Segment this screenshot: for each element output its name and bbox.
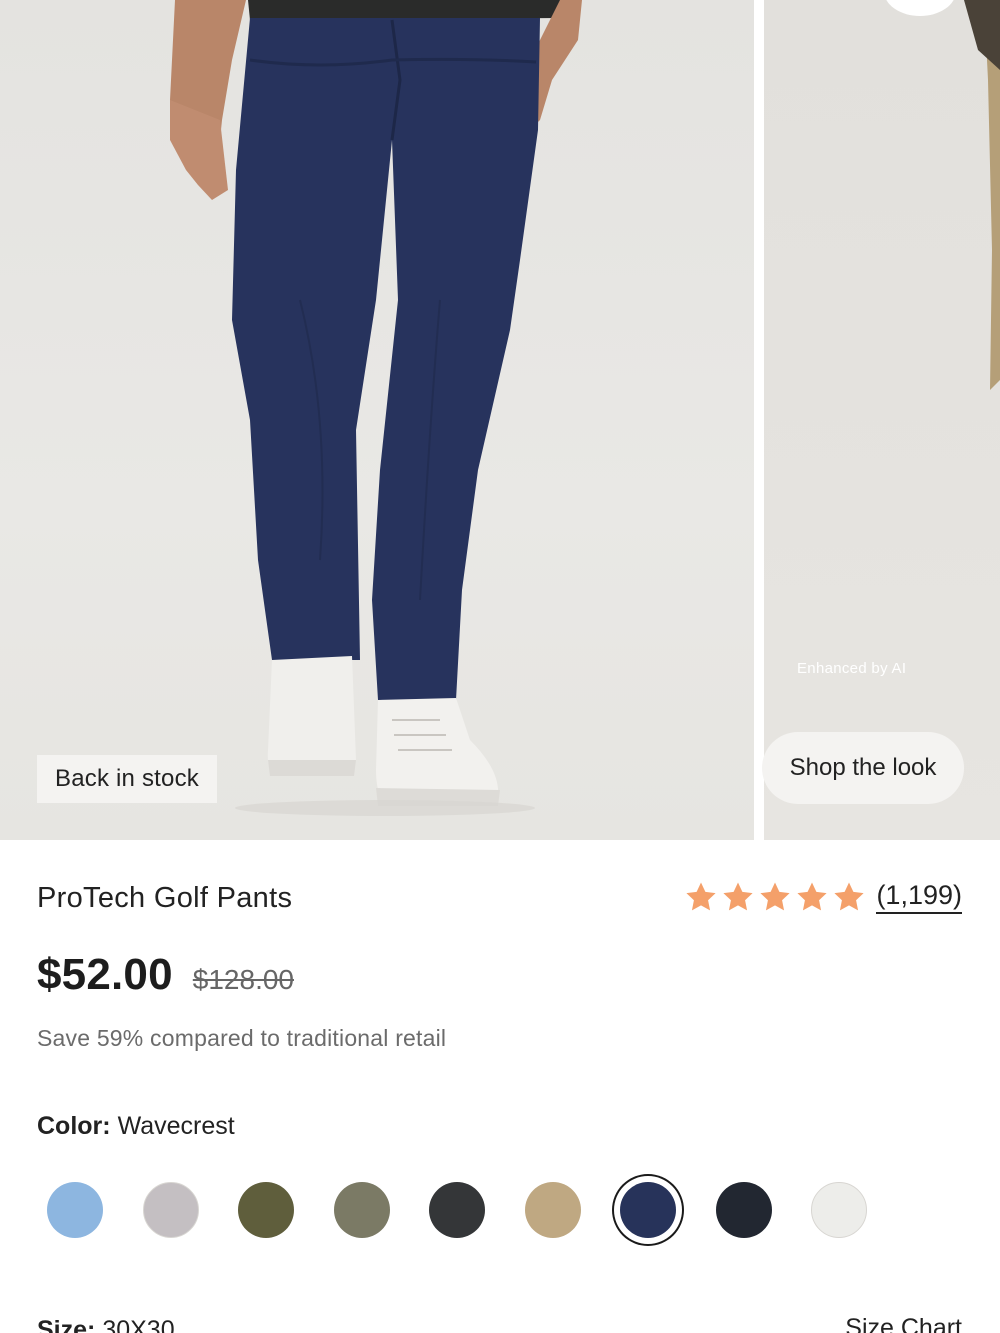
model-in-pants-image — [170, 0, 582, 816]
sale-price: $52.00 — [37, 950, 173, 999]
product-image-gallery[interactable]: Back in stock Enhanced by AI Shop the lo… — [0, 0, 1000, 840]
selected-size: 30X30 — [102, 1316, 175, 1333]
size-label: Size: 30X30 — [37, 1316, 175, 1333]
color-swatch[interactable] — [334, 1182, 390, 1238]
product-rating[interactable]: (1,199) — [684, 880, 962, 914]
review-count-link[interactable]: (1,199) — [876, 880, 962, 914]
savings-note: Save 59% compared to traditional retail — [37, 1025, 447, 1051]
size-label-key: Size: — [37, 1316, 96, 1333]
original-price: $128.00 — [192, 964, 294, 995]
size-chart-link[interactable]: Size Chart — [845, 1314, 962, 1333]
shop-the-look-button[interactable]: Shop the look — [762, 732, 964, 804]
color-label: Color: Wavecrest — [37, 1112, 235, 1141]
color-swatch[interactable] — [811, 1182, 867, 1238]
price-row: $52.00 $128.00 — [37, 950, 294, 1000]
color-swatch[interactable] — [525, 1182, 581, 1238]
color-label-key: Color: — [37, 1112, 111, 1140]
star-icon — [834, 882, 865, 911]
color-swatch[interactable] — [716, 1182, 772, 1238]
star-icon — [760, 882, 791, 911]
next-look-image — [964, 0, 1000, 390]
color-swatch[interactable] — [143, 1182, 199, 1238]
color-swatch[interactable] — [47, 1182, 103, 1238]
product-photo-next[interactable] — [764, 0, 1000, 840]
star-rating — [684, 880, 866, 914]
back-in-stock-badge: Back in stock — [37, 755, 217, 803]
product-photo-main[interactable]: Back in stock — [0, 0, 754, 840]
product-title: ProTech Golf Pants — [37, 882, 293, 914]
enhanced-by-ai-label: Enhanced by AI — [797, 660, 907, 677]
selected-color-name: Wavecrest — [117, 1112, 235, 1140]
color-swatch[interactable] — [620, 1182, 676, 1238]
star-icon — [723, 882, 754, 911]
star-icon — [797, 882, 828, 911]
color-swatch-list — [0, 1170, 1000, 1250]
color-swatch[interactable] — [429, 1182, 485, 1238]
color-swatch[interactable] — [238, 1182, 294, 1238]
star-icon — [686, 882, 717, 911]
